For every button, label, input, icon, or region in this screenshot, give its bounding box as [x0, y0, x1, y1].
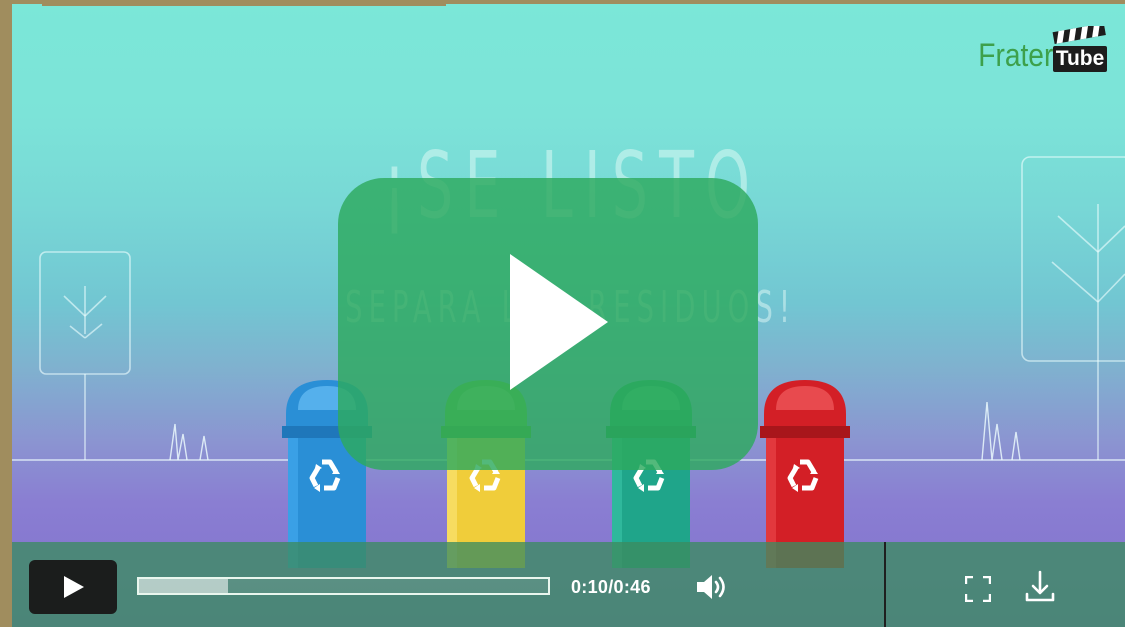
progress-bar[interactable] — [137, 577, 550, 595]
download-icon — [1025, 570, 1055, 602]
play-icon — [510, 254, 608, 390]
fratertube-logo[interactable]: Frater Tube — [968, 26, 1109, 74]
logo-text-tube: Tube — [1053, 46, 1107, 72]
video-player[interactable]: ¡SE LISTO SEPARA LOS RESIDUOS! Frater Tu… — [12, 4, 1125, 627]
bin-red — [760, 380, 850, 568]
grass-tuft — [169, 423, 188, 461]
fullscreen-icon — [964, 575, 992, 603]
grass-tuft — [199, 435, 209, 461]
tree-left — [39, 251, 131, 460]
fullscreen-button[interactable] — [964, 575, 992, 603]
download-button[interactable] — [1024, 570, 1056, 604]
page-border-left — [0, 0, 12, 627]
controls-divider — [884, 542, 886, 627]
big-play-button[interactable] — [338, 178, 758, 470]
play-icon — [64, 576, 84, 598]
page-border-top — [42, 0, 446, 6]
tree-right — [1021, 156, 1125, 460]
progress-fill — [139, 579, 228, 593]
clapperboard-icon: Tube — [1051, 26, 1109, 74]
grass-tuft — [981, 401, 1003, 461]
volume-button[interactable] — [695, 572, 731, 602]
grass-tuft — [1011, 431, 1021, 461]
player-controls: 0:10/0:46 — [12, 542, 1125, 627]
play-button[interactable] — [29, 560, 117, 614]
time-display: 0:10/0:46 — [571, 577, 651, 597]
volume-icon — [697, 575, 725, 599]
video-page: ¡SE LISTO SEPARA LOS RESIDUOS! Frater Tu… — [0, 0, 1125, 627]
logo-text-frater: Frater — [977, 37, 1053, 73]
